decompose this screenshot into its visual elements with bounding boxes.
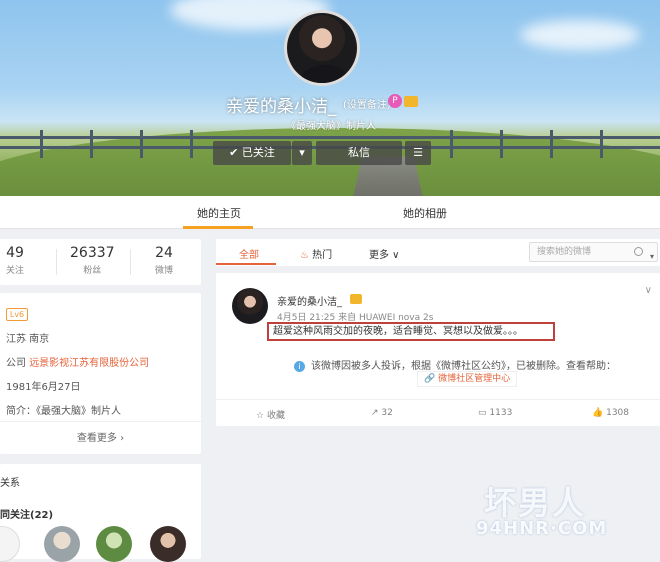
thumbs-up-icon: 👍 [592,408,604,418]
repost-count: 32 [381,408,393,418]
filter-hot-label: 热门 [312,250,333,261]
post-text: 超爱这种风雨交加的夜晚，适合睡觉、冥想以及做爱。。。 [267,322,555,341]
more-menu-button[interactable]: ☰ [405,141,431,165]
birthday: 1981年6月27日 [6,382,81,393]
active-filter-indicator [216,263,276,265]
follower-avatar[interactable] [96,526,132,562]
stat-posts[interactable]: 24 微博 [155,245,173,276]
divider [0,421,201,422]
community-center-link[interactable]: 🔗 微博社区管理中心 [417,371,518,387]
stat-label: 微博 [155,266,174,276]
weibo-post-card: 亲爱的桑小洁_ 4月5日 21:25 来自 HUAWEI nova 2s ∨ 超… [216,273,660,426]
divider [56,249,57,275]
profile-tabbar: 她的主页 她的相册 [0,196,660,229]
like-count: 1308 [606,408,629,418]
vip-badge-icon: P [388,94,402,108]
stat-value: 26337 [70,245,115,261]
share-icon: ↗ [371,408,379,418]
set-remark-link[interactable]: (设置备注) [343,96,391,111]
follower-avatar[interactable] [0,526,20,562]
common-follow-title[interactable]: 同关注(22) [0,506,53,521]
flame-icon: ♨ [300,250,309,261]
filter-all[interactable]: 全部 [239,246,259,261]
like-button[interactable]: 👍 1308 [592,408,629,418]
filter-more[interactable]: 更多 ∨ [369,246,400,261]
divider [130,249,131,275]
hamburger-icon: ☰ [413,146,423,159]
level-badge[interactable]: Lv6 [6,308,28,321]
company-label: 公司 [6,358,26,369]
view-more-link[interactable]: 查看更多 › [0,429,201,444]
relations-title: 关系 [0,478,20,489]
message-button[interactable]: 私信 [316,141,402,165]
comment-button[interactable]: ▭ 1133 [478,408,512,418]
star-icon: ☆ [256,411,265,421]
tab-album[interactable]: 她的相册 [403,205,447,221]
chevron-down-icon[interactable]: ∨ [645,285,652,296]
active-tab-indicator [183,226,253,229]
profile-info-card: Lv6 江苏 南京 公司 远景影视江苏有限股份公司 1981年6月27日 简介：… [0,293,201,454]
followed-button[interactable]: ✔ 已关注 [213,141,291,165]
stat-following[interactable]: 49 关注 [6,245,24,276]
follow-dropdown-button[interactable]: ▾ [292,141,312,165]
community-center-label: 微博社区管理中心 [438,374,511,384]
stats-card: 49 关注 26337 粉丝 24 微博 [0,239,201,285]
info-icon: i [294,361,305,372]
intro: 简介：《最强大脑》制片人 [6,406,121,417]
follower-avatar[interactable] [44,526,80,562]
profile-name: 亲爱的桑小洁_ [226,97,337,117]
company-row: 公司 远景影视江苏有限股份公司 [6,354,149,369]
comment-count: 1133 [489,408,513,418]
stat-label: 粉丝 [83,266,102,276]
post-author-name[interactable]: 亲爱的桑小洁_ [277,293,342,308]
caret-down-icon[interactable]: ▾ [650,248,654,266]
search-input[interactable]: 搜索她的微博 ▾ [529,242,658,262]
stat-fans[interactable]: 26337 粉丝 [70,245,115,276]
stat-value: 49 [6,245,24,261]
watermark-url: 94HNR·COM [476,518,608,539]
search-icon[interactable] [634,247,643,256]
post-actions: ☆ 收藏 ↗ 32 ▭ 1133 👍 1308 [216,399,660,426]
search-placeholder: 搜索她的微博 [537,247,592,257]
comment-icon: ▭ [478,408,487,418]
profile-avatar[interactable] [284,10,360,86]
deleted-notice: i 该微博因被多人投诉，根据《微博社区公约》，已被删除。查看帮助： [294,357,616,372]
link-icon: 🔗 [424,374,436,384]
favorite-button[interactable]: ☆ 收藏 [256,408,285,421]
follower-avatar[interactable] [150,526,186,562]
location: 江苏 南京 [6,334,50,345]
post-author-avatar[interactable] [232,288,268,324]
stat-value: 24 [155,245,173,261]
caret-down-icon: ▾ [299,146,305,159]
relations-card: 关系 同关注(22) [0,464,201,562]
filter-hot[interactable]: ♨ 热门 [300,246,332,261]
tab-home[interactable]: 她的主页 [197,205,241,221]
profile-bio: 《最强大脑》制片人 [286,121,376,132]
repost-button[interactable]: ↗ 32 [371,408,393,418]
member-badge-icon [404,96,418,107]
member-badge-icon [350,294,362,304]
company-link[interactable]: 远景影视江苏有限股份公司 [29,358,149,369]
stat-label: 关注 [6,266,25,276]
favorite-label: 收藏 [266,411,285,421]
